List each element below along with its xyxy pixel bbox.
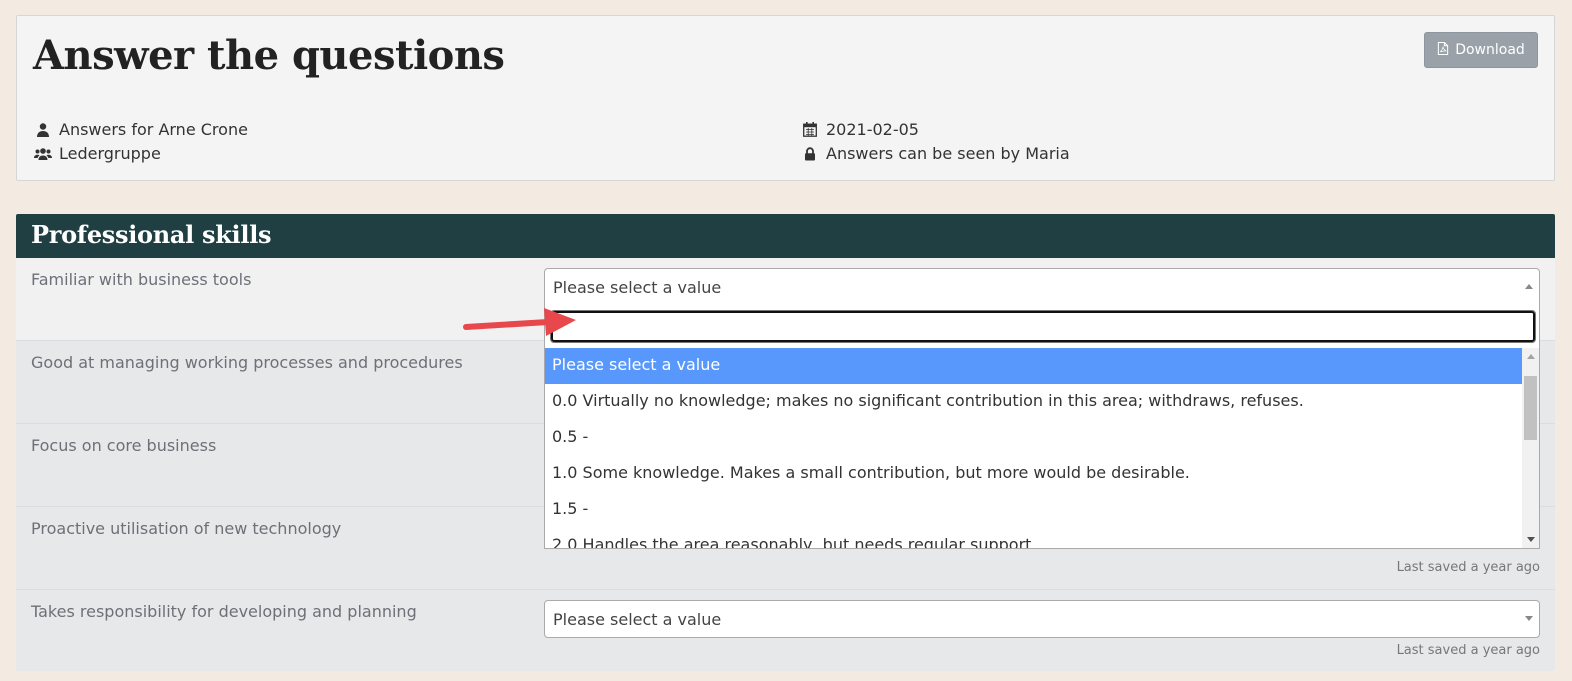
question-label: Good at managing working processes and p… (31, 353, 463, 372)
select-value: Please select a value (553, 278, 722, 297)
dropdown-option[interactable]: Please select a value (545, 348, 1523, 384)
date-text: 2021-02-05 (826, 120, 919, 139)
last-saved-text: Last saved a year ago (1396, 560, 1540, 575)
group: Ledergruppe (34, 144, 161, 163)
scrollbar-thumb[interactable] (1524, 376, 1537, 440)
user-icon (34, 122, 52, 138)
page-title: Answer the questions (33, 32, 505, 79)
chevron-up-icon (1525, 284, 1533, 289)
dropdown-search-input[interactable] (550, 310, 1536, 343)
answer-select[interactable]: Please select a value (544, 268, 1540, 306)
question-label: Familiar with business tools (31, 270, 252, 289)
dropdown-option[interactable]: 0.5 - (545, 420, 1523, 456)
download-label: Download (1455, 42, 1525, 58)
users-icon (34, 146, 52, 162)
question-row: Takes responsibility for developing and … (16, 590, 1555, 671)
dropdown-scrollbar[interactable] (1522, 348, 1539, 548)
dropdown-options: Please select a value 0.0 Virtually no k… (545, 348, 1523, 548)
answer-select[interactable]: Please select a value (544, 600, 1540, 638)
question-label: Focus on core business (31, 436, 217, 455)
download-button[interactable]: Download (1424, 32, 1538, 68)
header-card: Answer the questions Download Answers fo… (16, 15, 1555, 181)
answers-for: Answers for Arne Crone (34, 120, 248, 139)
visibility-text: Answers can be seen by Maria (826, 144, 1070, 163)
scroll-down-icon[interactable] (1527, 537, 1535, 542)
section-header: Professional skills (16, 214, 1555, 258)
calendar-icon (801, 122, 819, 138)
date: 2021-02-05 (801, 120, 919, 139)
select-value: Please select a value (553, 610, 722, 629)
answers-for-text: Answers for Arne Crone (59, 120, 248, 139)
dropdown-option[interactable]: 0.0 Virtually no knowledge; makes no sig… (545, 384, 1523, 420)
scroll-up-icon[interactable] (1527, 354, 1535, 359)
chevron-down-icon (1525, 616, 1533, 621)
section-title: Professional skills (31, 220, 272, 249)
visibility: Answers can be seen by Maria (801, 144, 1070, 163)
last-saved-text: Last saved a year ago (1396, 643, 1540, 658)
dropdown-option[interactable]: 1.0 Some knowledge. Makes a small contri… (545, 456, 1523, 492)
question-label: Takes responsibility for developing and … (31, 602, 417, 621)
group-text: Ledergruppe (59, 144, 161, 163)
dropdown-option[interactable]: 1.5 - (545, 492, 1523, 528)
pdf-file-icon (1437, 41, 1449, 59)
question-label: Proactive utilisation of new technology (31, 519, 342, 538)
select-dropdown: Please select a value 0.0 Virtually no k… (544, 305, 1540, 549)
annotation-arrow-icon (463, 308, 576, 336)
lock-icon (801, 146, 819, 162)
dropdown-option[interactable]: 2.0 Handles the area reasonably, but nee… (545, 528, 1523, 548)
